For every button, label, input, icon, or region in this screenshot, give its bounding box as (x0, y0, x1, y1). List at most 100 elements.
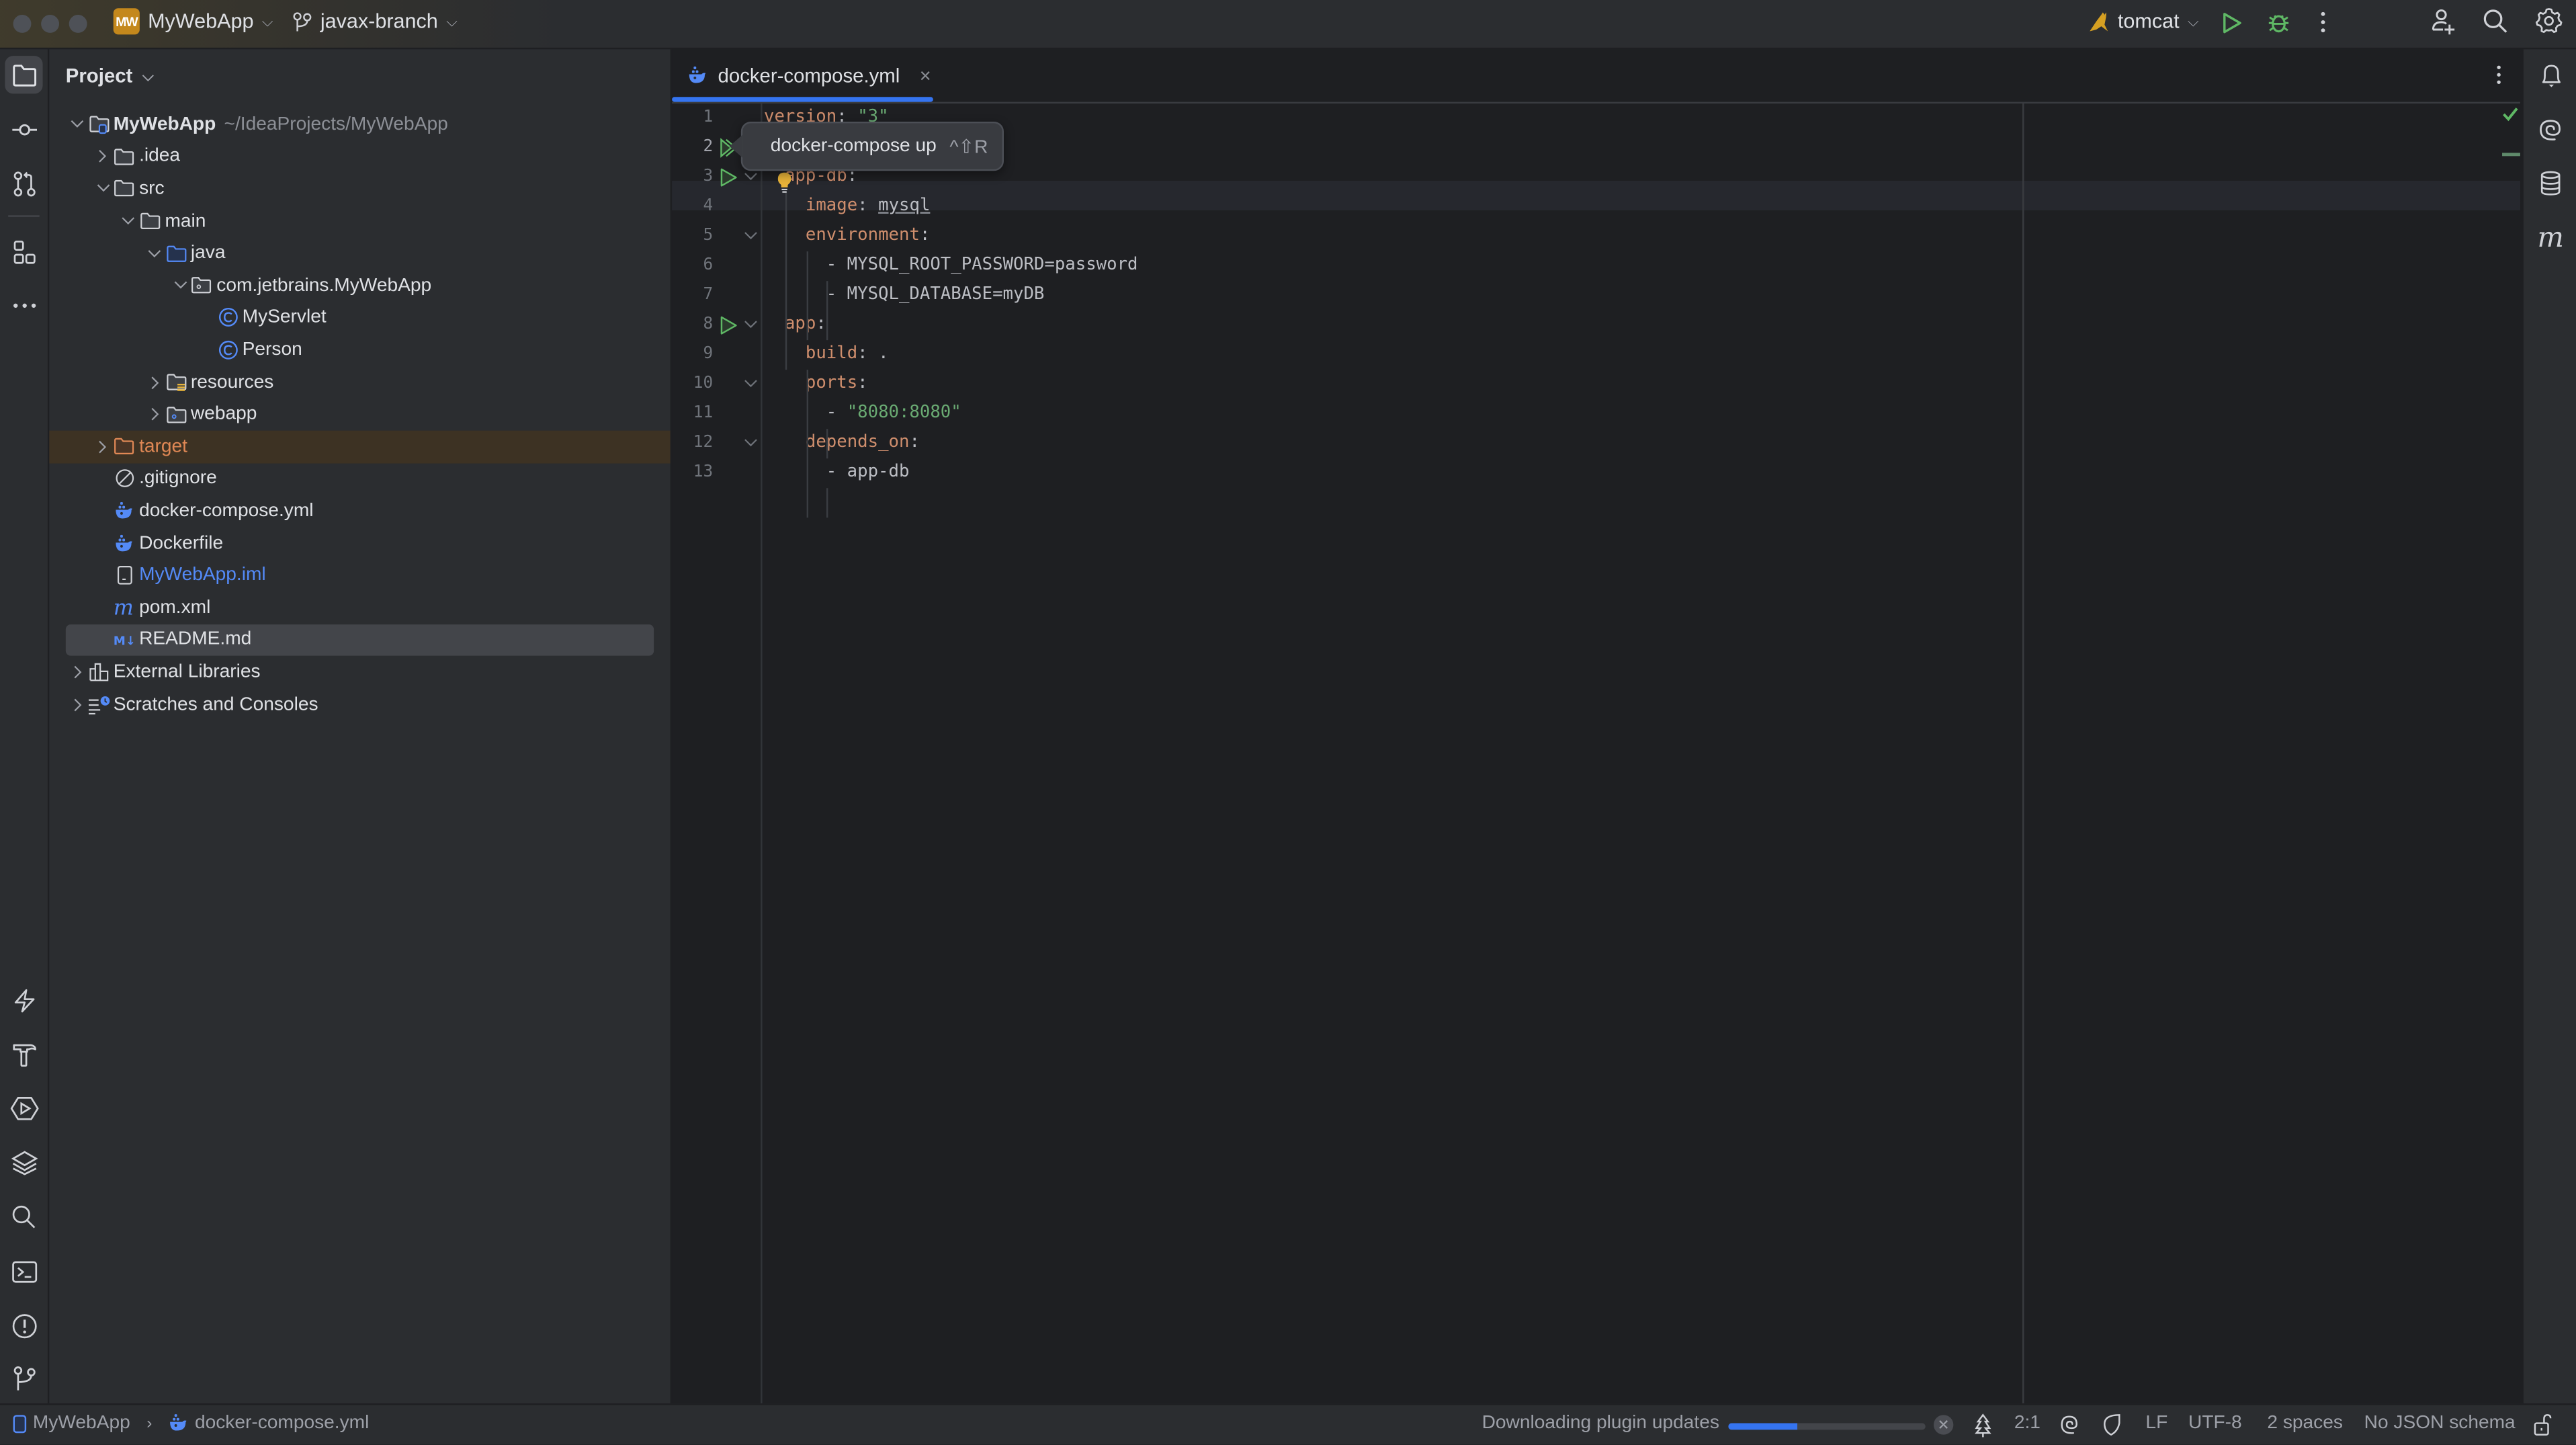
branch-switcher[interactable]: javax-branch ⌵ (292, 10, 458, 33)
tree-item[interactable]: .idea (49, 140, 670, 173)
tree-item[interactable]: main (49, 205, 670, 237)
scratches-icon (87, 693, 110, 716)
folder-icon (113, 145, 136, 168)
project-folder-icon[interactable] (5, 56, 43, 94)
database-icon[interactable] (2532, 165, 2569, 202)
more-vert-icon[interactable] (2317, 10, 2330, 35)
tree-item[interactable]: Dockerfile (49, 527, 670, 559)
pull-requests-icon[interactable] (5, 165, 42, 202)
branch-icon (292, 11, 312, 32)
chevron-right-icon[interactable] (67, 662, 87, 682)
window-minimize-button[interactable] (41, 15, 60, 33)
tree-item[interactable]: External Libraries (49, 656, 670, 688)
services-icon[interactable] (5, 1089, 42, 1127)
window-close-button[interactable] (13, 15, 32, 33)
line-separator[interactable]: LF (2145, 1413, 2167, 1433)
indent-guide (826, 429, 828, 459)
iml-file-icon (113, 564, 136, 587)
problems-icon[interactable] (5, 1307, 42, 1344)
json-schema-selector[interactable]: No JSON schema (2364, 1413, 2516, 1433)
commit-icon[interactable] (5, 110, 42, 148)
code-line: build: . (764, 343, 889, 363)
tree-item[interactable]: Scratches and Consoles (49, 688, 670, 720)
tree-item[interactable]: .gitignore (49, 463, 670, 495)
code-area[interactable]: version: "3"services: app-db: image: mys… (672, 49, 2520, 1403)
git-icon[interactable] (5, 1359, 42, 1397)
layers-icon[interactable] (5, 1144, 42, 1182)
notifications-bell-icon[interactable] (2532, 56, 2569, 93)
inspection-profile-icon[interactable] (2103, 1413, 2121, 1436)
chevron-down-icon[interactable] (67, 115, 87, 134)
tree-item[interactable]: MyWebApp ~/IdeaProjects/MyWebApp (49, 108, 670, 140)
project-panel-header[interactable]: Project ⌵ (66, 64, 154, 87)
run-icon[interactable] (2221, 11, 2243, 34)
tree-item[interactable]: target (49, 430, 671, 463)
ok-check-icon[interactable] (2502, 107, 2518, 122)
tree-item-label: .idea (139, 147, 181, 167)
package-icon (190, 274, 213, 297)
build-hammer-icon[interactable] (5, 1035, 42, 1073)
docker-icon (169, 1413, 188, 1433)
breadcrumb-item-project[interactable]: MyWebApp (33, 1413, 130, 1433)
chevron-right-icon[interactable] (144, 372, 164, 392)
structure-icon[interactable] (5, 233, 42, 271)
background-task-label[interactable]: Downloading plugin updates (1482, 1413, 1719, 1433)
intention-bulb-icon[interactable] (777, 171, 792, 194)
terminal-icon[interactable] (5, 1252, 42, 1290)
chevron-right-icon[interactable] (93, 147, 113, 167)
svg-text:m: m (114, 598, 134, 618)
file-encoding[interactable]: UTF-8 (2188, 1413, 2242, 1433)
find-search-icon[interactable] (5, 1198, 42, 1236)
indent-setting[interactable]: 2 spaces (2267, 1413, 2343, 1433)
class-icon (216, 306, 239, 329)
chevron-right-icon[interactable] (67, 694, 87, 714)
chevron-down-icon[interactable] (171, 276, 190, 295)
tree-item[interactable]: com.jetbrains.MyWebApp (49, 270, 670, 302)
tree-item[interactable]: docker-compose.yml (49, 495, 670, 527)
power-save-tree-icon[interactable] (1975, 1413, 1991, 1438)
file-lock-icon[interactable] (2533, 1413, 2552, 1436)
chevron-down-icon[interactable] (144, 243, 164, 263)
window-maximize-button[interactable] (69, 15, 87, 33)
code-token: : (909, 432, 920, 452)
project-switcher[interactable]: MW MyWebApp ⌵ (113, 8, 273, 35)
tree-item[interactable]: MyServlet (49, 302, 670, 334)
tree-item[interactable]: MyWebApp.iml (49, 559, 670, 591)
code-token: build (805, 343, 858, 364)
tree-item[interactable]: m pom.xml (49, 591, 670, 624)
ai-assistant-spiral-icon[interactable] (2532, 110, 2569, 148)
cancel-task-icon[interactable]: ✕ (1934, 1415, 1954, 1435)
ai-status-spiral-icon[interactable] (2060, 1415, 2078, 1434)
project-badge: MW (113, 8, 140, 35)
tree-item[interactable]: java (49, 237, 670, 270)
chevron-down-icon[interactable] (119, 211, 138, 231)
chevron-right-icon[interactable] (144, 405, 164, 424)
chevron-down-icon[interactable] (93, 179, 113, 198)
add-user-icon[interactable] (2430, 8, 2456, 35)
run-config-name: tomcat (2117, 9, 2180, 33)
tree-item[interactable]: src (49, 173, 670, 205)
code-line: environment: (764, 225, 931, 245)
tree-item-label: Person (242, 340, 302, 360)
tree-item[interactable]: Person (49, 334, 670, 366)
maven-m-icon[interactable]: m (2532, 218, 2569, 256)
indent-guide (785, 192, 787, 370)
breadcrumb-item-file[interactable]: docker-compose.yml (195, 1413, 369, 1433)
docker-icon (113, 499, 136, 522)
debug-icon[interactable] (2267, 10, 2290, 35)
run-lightning-icon[interactable] (5, 981, 42, 1019)
code-line: - MYSQL_ROOT_PASSWORD=password (764, 255, 1138, 274)
tree-item[interactable]: resources (49, 366, 670, 399)
run-config-selector[interactable]: tomcat ⌵ (2088, 10, 2199, 33)
chevron-right-icon[interactable] (93, 437, 113, 456)
web-folder-icon (165, 403, 187, 426)
tree-item[interactable]: webapp (49, 399, 670, 431)
settings-gear-icon[interactable] (2535, 7, 2563, 35)
search-icon[interactable] (2483, 8, 2509, 34)
more-horiz-icon[interactable] (5, 286, 42, 323)
tree-item[interactable]: M↓ README.md (49, 624, 670, 657)
project-panel-title: Project (65, 64, 133, 87)
caret-position[interactable]: 2:1 (2014, 1413, 2041, 1433)
